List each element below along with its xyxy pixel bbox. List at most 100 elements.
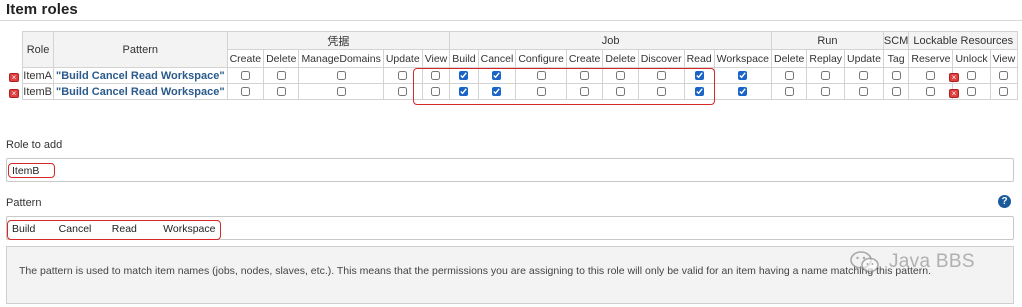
help-panel: The pattern is used to match item names … [6, 246, 1014, 304]
permission-header: Delete [770, 49, 808, 68]
permission-cell [908, 67, 954, 84]
permission-cell [449, 67, 479, 84]
permission-checkbox[interactable] [276, 71, 286, 81]
permission-checkbox[interactable] [459, 87, 469, 97]
permission-header: Create [565, 49, 604, 68]
permission-cell [298, 67, 384, 84]
permission-checkbox[interactable] [967, 87, 977, 97]
delete-role-icon[interactable]: × [9, 89, 19, 98]
permission-checkbox[interactable] [999, 87, 1009, 97]
permission-checkbox[interactable] [459, 71, 469, 81]
permission-cell [844, 83, 884, 100]
permission-cell [908, 83, 954, 100]
permission-checkbox[interactable] [859, 87, 869, 97]
group-header-job: Job [449, 31, 772, 50]
group-header-run: Run [771, 31, 884, 50]
permission-checkbox[interactable] [738, 71, 748, 81]
permission-checkbox[interactable] [656, 71, 666, 81]
permission-checkbox[interactable] [580, 71, 590, 81]
permission-cell [449, 83, 479, 100]
pattern-value: Build Cancel Read Workspace [12, 223, 216, 235]
role-to-add-value: ItemB [12, 165, 40, 177]
role-to-add-input[interactable] [6, 158, 1014, 182]
permission-checkbox[interactable] [580, 87, 590, 97]
permission-cell [602, 67, 639, 84]
pattern-cell: "Build Cancel Read Workspace" [53, 67, 228, 84]
permission-checkbox[interactable] [926, 87, 936, 97]
permission-header: Reserve [908, 49, 954, 68]
permission-checkbox[interactable] [784, 87, 794, 97]
permission-header: Tag [882, 49, 910, 68]
permission-checkbox[interactable] [492, 71, 502, 81]
permission-header: Delete [263, 49, 300, 68]
permission-cell [263, 67, 300, 84]
permission-cell [770, 67, 808, 84]
pattern-cell: "Build Cancel Read Workspace" [53, 83, 228, 100]
permission-checkbox[interactable] [821, 71, 831, 81]
permission-checkbox[interactable] [336, 71, 346, 81]
permission-cell [882, 67, 910, 84]
permission-checkbox[interactable] [738, 87, 748, 97]
permission-checkbox[interactable] [616, 87, 626, 97]
permission-checkbox[interactable] [999, 71, 1009, 81]
permission-header: Create [226, 49, 265, 68]
permission-header: Configure [515, 49, 567, 68]
permission-cell [226, 83, 265, 100]
permission-cell [637, 67, 685, 84]
permission-checkbox[interactable] [859, 71, 869, 81]
group-header-lockable-resources: Lockable Resources [908, 31, 1019, 50]
permission-cell [565, 67, 604, 84]
permission-cell [226, 67, 265, 84]
permission-cell [770, 83, 808, 100]
role-name: ItemA [22, 67, 54, 84]
permission-cell [713, 67, 773, 84]
permission-checkbox[interactable] [276, 87, 286, 97]
permission-cell [806, 67, 846, 84]
permission-header: ManageDomains [298, 49, 384, 68]
permission-checkbox[interactable] [656, 87, 666, 97]
pattern-link[interactable]: "Build Cancel Read Workspace" [56, 86, 225, 98]
permission-cell [602, 83, 639, 100]
permission-cell [515, 83, 567, 100]
permission-checkbox[interactable] [536, 71, 546, 81]
permission-checkbox[interactable] [240, 87, 250, 97]
delete-role-icon[interactable]: × [949, 73, 959, 82]
permission-checkbox[interactable] [967, 71, 977, 81]
permission-checkbox[interactable] [891, 71, 901, 81]
permission-header: Delete [602, 49, 639, 68]
delete-role-icon[interactable]: × [949, 89, 959, 98]
permission-cell [421, 83, 451, 100]
permission-checkbox[interactable] [926, 71, 936, 81]
permission-cell [565, 83, 604, 100]
permission-cell [683, 83, 715, 100]
permission-checkbox[interactable] [616, 71, 626, 81]
pattern-link[interactable]: "Build Cancel Read Workspace" [56, 70, 225, 82]
permission-header: Read [683, 49, 715, 68]
permission-checkbox[interactable] [694, 71, 704, 81]
permission-cell [382, 67, 423, 84]
permission-checkbox[interactable] [431, 71, 441, 81]
permission-header: Replay [806, 49, 846, 68]
permission-checkbox[interactable] [398, 87, 408, 97]
permission-cell [882, 83, 910, 100]
permission-header: Workspace [713, 49, 773, 68]
permission-cell [477, 67, 517, 84]
permission-checkbox[interactable] [784, 71, 794, 81]
permission-checkbox[interactable] [336, 87, 346, 97]
permission-header: View [421, 49, 451, 68]
permission-cell [477, 83, 517, 100]
permission-cell [844, 67, 884, 84]
permission-checkbox[interactable] [240, 71, 250, 81]
permission-checkbox[interactable] [694, 87, 704, 97]
permission-cell [515, 67, 567, 84]
permission-checkbox[interactable] [536, 87, 546, 97]
permission-header: Update [844, 49, 884, 68]
permission-checkbox[interactable] [821, 87, 831, 97]
group-header-scm: SCM [882, 31, 910, 50]
permission-checkbox[interactable] [891, 87, 901, 97]
permission-checkbox[interactable] [492, 87, 502, 97]
permission-checkbox[interactable] [431, 87, 441, 97]
help-icon[interactable]: ? [998, 195, 1011, 208]
delete-role-icon[interactable]: × [9, 73, 19, 82]
permission-checkbox[interactable] [398, 71, 408, 81]
